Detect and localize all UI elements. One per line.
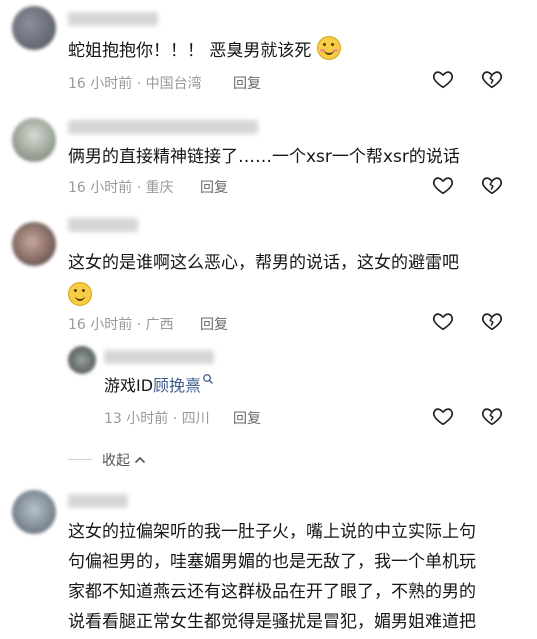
search-icon[interactable] <box>202 373 214 385</box>
comment-text-line: 说看看腿正常女生都觉得是骚扰是冒犯，媚男姐难道把 <box>68 612 476 632</box>
avatar[interactable] <box>68 346 96 374</box>
chevron-up-icon <box>135 456 146 464</box>
reply-button[interactable]: 回复 <box>200 314 228 334</box>
broken-heart-icon[interactable] <box>481 174 503 196</box>
reply-text: 游戏ID顾挽熹 <box>104 371 214 401</box>
broken-heart-icon[interactable] <box>481 68 503 90</box>
username[interactable] <box>68 494 128 508</box>
reply-button[interactable]: 回复 <box>233 408 261 428</box>
heart-outline-icon[interactable] <box>432 174 454 196</box>
collapse-button[interactable]: 收起 <box>102 450 146 470</box>
comment-text-line: 家都不知道燕云还有这群极品在开了眼了，不熟的男的 <box>68 582 476 602</box>
avatar[interactable] <box>12 490 56 534</box>
avatar[interactable] <box>12 6 56 50</box>
broken-heart-icon[interactable] <box>481 310 503 332</box>
smile-emoji-icon <box>68 282 92 306</box>
comment-meta: 16 小时前 · 广西 <box>68 317 174 333</box>
username[interactable] <box>68 120 258 134</box>
comment-meta: 16 小时前 · 中国台湾 <box>68 76 202 92</box>
broken-heart-icon[interactable] <box>481 405 503 427</box>
username[interactable] <box>68 218 138 232</box>
avatar[interactable] <box>12 222 56 266</box>
reply-button[interactable]: 回复 <box>233 73 261 93</box>
heart-outline-icon[interactable] <box>432 310 454 332</box>
comment-text: 蛇姐抱抱你！！！ 恶臭男就该死 <box>68 36 341 66</box>
reply-meta: 13 小时前 · 四川 <box>104 411 210 427</box>
blushing-smile-emoji-icon <box>316 36 341 60</box>
collapse-divider <box>68 459 92 460</box>
comment-text-line: 句偏袒男的，哇塞媚男媚的也是无敌了，我一个单机玩 <box>68 552 476 572</box>
username[interactable] <box>68 12 158 26</box>
comment-text-line: 这女的拉偏架听的我一肚子火，嘴上说的中立实际上句 <box>68 522 476 542</box>
comment-text: 这女的是谁啊这么恶心，帮男的说话，这女的避雷吧 <box>68 253 459 273</box>
comment-meta: 16 小时前 · 重庆 <box>68 180 174 196</box>
reply-button[interactable]: 回复 <box>200 177 228 197</box>
comment-text: 俩男的直接精神链接了……一个xsr一个帮xsr的说话 <box>68 147 460 167</box>
heart-outline-icon[interactable] <box>432 68 454 90</box>
game-id-link[interactable]: 顾挽熹 <box>153 376 201 395</box>
avatar[interactable] <box>12 118 56 162</box>
username[interactable] <box>104 350 214 364</box>
heart-outline-icon[interactable] <box>432 405 454 427</box>
